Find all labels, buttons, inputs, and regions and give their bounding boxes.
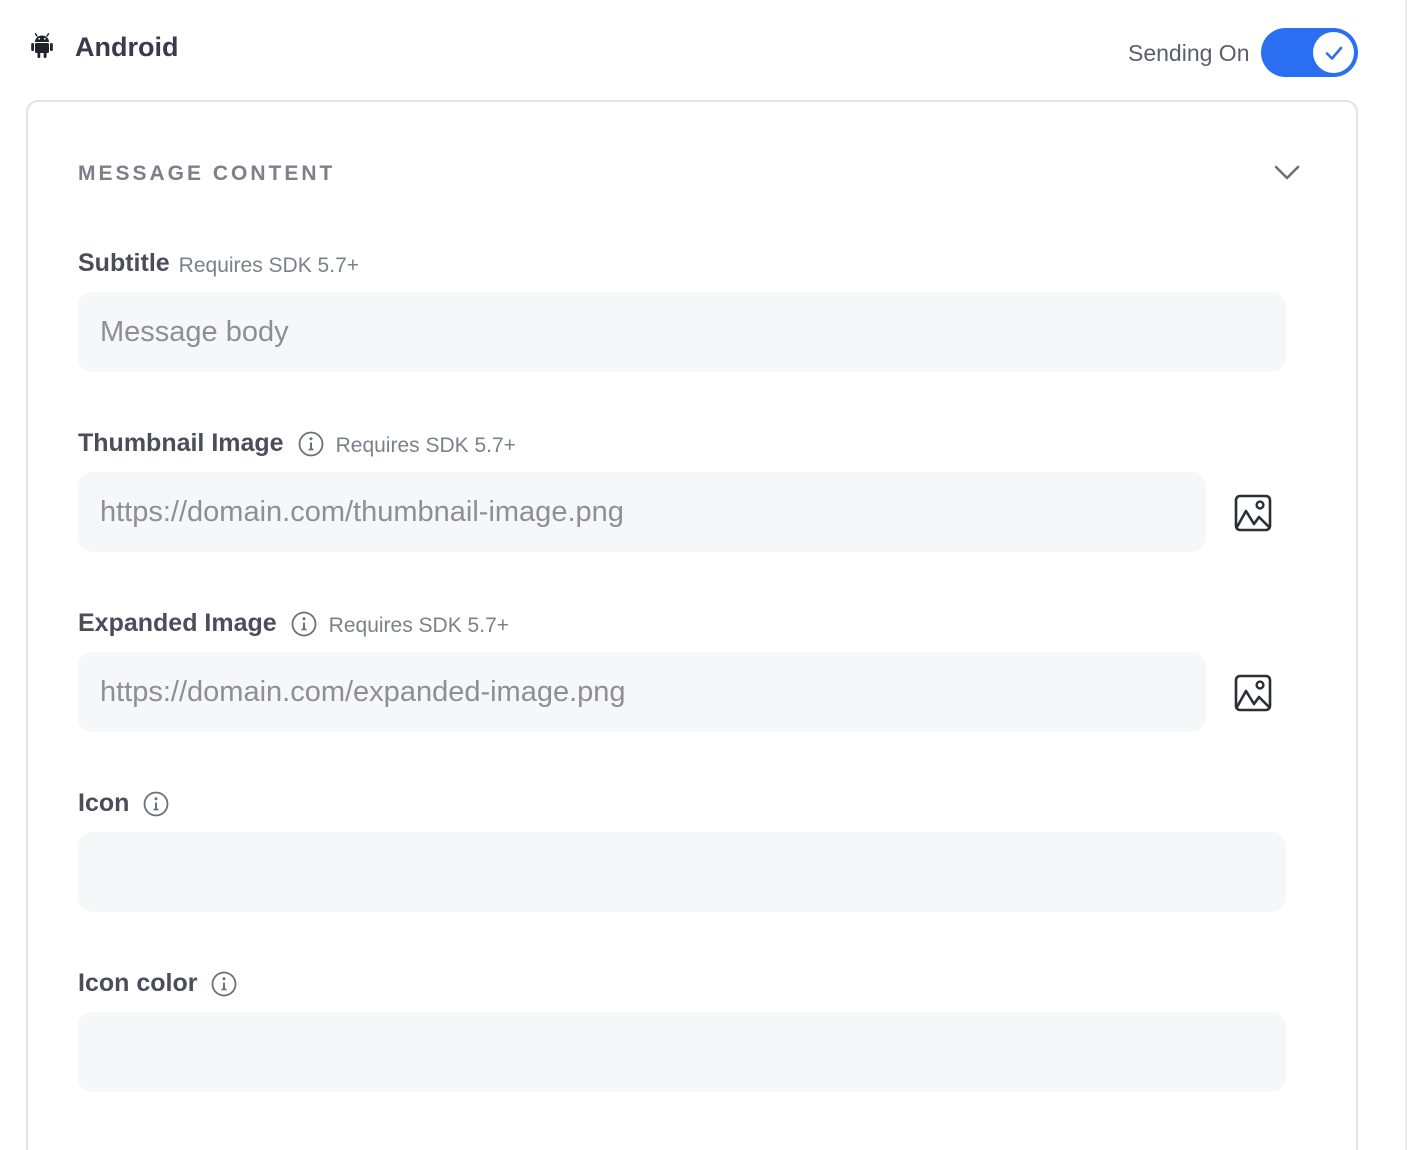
sending-toggle[interactable] [1261,28,1358,77]
info-icon[interactable] [143,791,169,817]
expanded-label: Expanded Image [78,608,277,637]
expanded-sdk-requirement: Requires SDK 5.7+ [328,614,510,637]
expanded-label-row: Expanded Image Requires SDK 5.7+ [78,607,509,639]
subtitle-label: Subtitle [78,248,170,277]
thumbnail-label: Thumbnail Image [78,428,284,457]
platform-title: Android [75,32,179,62]
check-icon [1325,46,1342,60]
thumbnail-url-input[interactable]: https://domain.com/thumbnail-image.png [78,472,1206,552]
subtitle-placeholder: Message body [100,315,289,348]
icon-input[interactable] [78,832,1286,912]
toggle-knob [1313,32,1354,73]
icon-label-row: Icon [78,787,169,819]
expanded-image-picker-icon[interactable] [1234,674,1272,712]
thumbnail-placeholder: https://domain.com/thumbnail-image.png [100,495,624,528]
page-divider [1405,0,1407,1150]
icon-label: Icon [78,788,130,817]
section-title: MESSAGE CONTENT [78,162,336,185]
thumbnail-image-picker-icon[interactable] [1234,494,1272,532]
info-icon[interactable] [211,971,237,997]
platform-header: Android Sending On [0,0,1405,100]
icon-color-label: Icon color [78,968,198,997]
subtitle-label-row: Subtitle Requires SDK 5.7+ [78,247,359,279]
sending-status-label: Sending On [1128,40,1250,66]
info-icon[interactable] [291,611,317,637]
expanded-placeholder: https://domain.com/expanded-image.png [100,675,626,708]
subtitle-sdk-requirement: Requires SDK 5.7+ [178,254,360,277]
expanded-url-input[interactable]: https://domain.com/expanded-image.png [78,652,1206,732]
thumbnail-sdk-requirement: Requires SDK 5.7+ [335,434,516,457]
message-content-card: MESSAGE CONTENT Subtitle Requires SDK 5.… [26,100,1358,1150]
subtitle-input[interactable]: Message body [78,292,1286,372]
android-icon [31,33,53,58]
info-icon[interactable] [298,431,324,457]
chevron-down-icon[interactable] [1272,160,1302,186]
thumbnail-label-row: Thumbnail Image Requires SDK 5.7+ [78,427,516,459]
icon-color-input[interactable] [78,1012,1286,1092]
icon-color-label-row: Icon color [78,967,237,999]
